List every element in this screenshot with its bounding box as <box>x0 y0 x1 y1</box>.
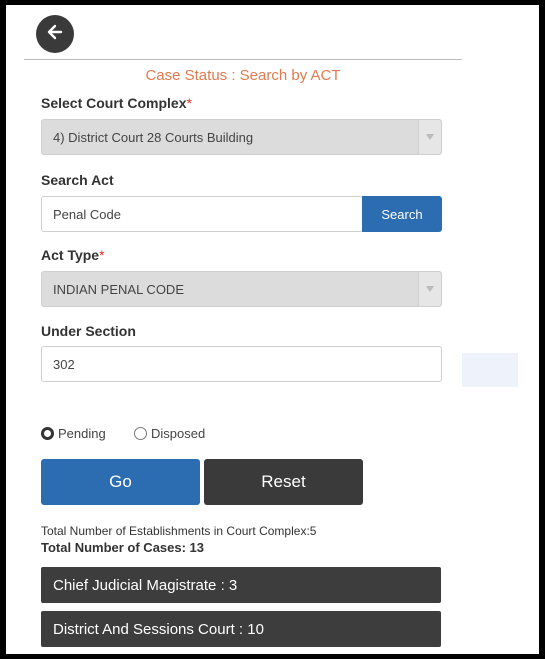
court-row-chief-judicial-magistrate[interactable]: Chief Judicial Magistrate : 3 <box>41 567 441 603</box>
court-complex-select[interactable]: 4) District Court 28 Courts Building <box>41 119 442 155</box>
required-mark: * <box>186 95 192 111</box>
back-button[interactable] <box>36 15 74 53</box>
total-cases-count: Total Number of Cases: 13 <box>41 540 205 555</box>
under-section-label: Under Section <box>41 323 136 339</box>
reset-button[interactable]: Reset <box>204 459 363 505</box>
radio-pending[interactable]: Pending <box>41 426 106 441</box>
court-row-district-sessions[interactable]: District And Sessions Court : 10 <box>41 611 441 647</box>
court-complex-selected: 4) District Court 28 Courts Building <box>53 129 254 145</box>
background-ghost-panel <box>462 353 518 387</box>
search-act-input[interactable]: Penal Code <box>41 196 363 232</box>
search-act-label: Search Act <box>41 172 114 188</box>
required-mark: * <box>99 247 105 263</box>
app-frame: Case Status : Search by ACT Select Court… <box>6 5 539 654</box>
radio-disposed[interactable]: Disposed <box>134 426 205 441</box>
under-section-input[interactable]: 302 <box>41 346 442 382</box>
act-type-label: Act Type* <box>41 247 105 263</box>
court-complex-label: Select Court Complex* <box>41 95 192 111</box>
chevron-down-icon <box>418 120 441 154</box>
arrow-left-icon <box>45 22 65 47</box>
header-divider <box>24 59 462 60</box>
radio-selected-icon <box>41 427 54 440</box>
act-type-selected: INDIAN PENAL CODE <box>53 281 184 297</box>
act-type-select[interactable]: INDIAN PENAL CODE <box>41 271 442 307</box>
go-button[interactable]: Go <box>41 459 200 505</box>
search-button[interactable]: Search <box>362 196 442 232</box>
page-title: Case Status : Search by ACT <box>145 67 341 84</box>
establishments-count: Total Number of Establishments in Court … <box>41 524 317 538</box>
chevron-down-icon <box>418 272 441 306</box>
radio-unselected-icon <box>134 427 147 440</box>
